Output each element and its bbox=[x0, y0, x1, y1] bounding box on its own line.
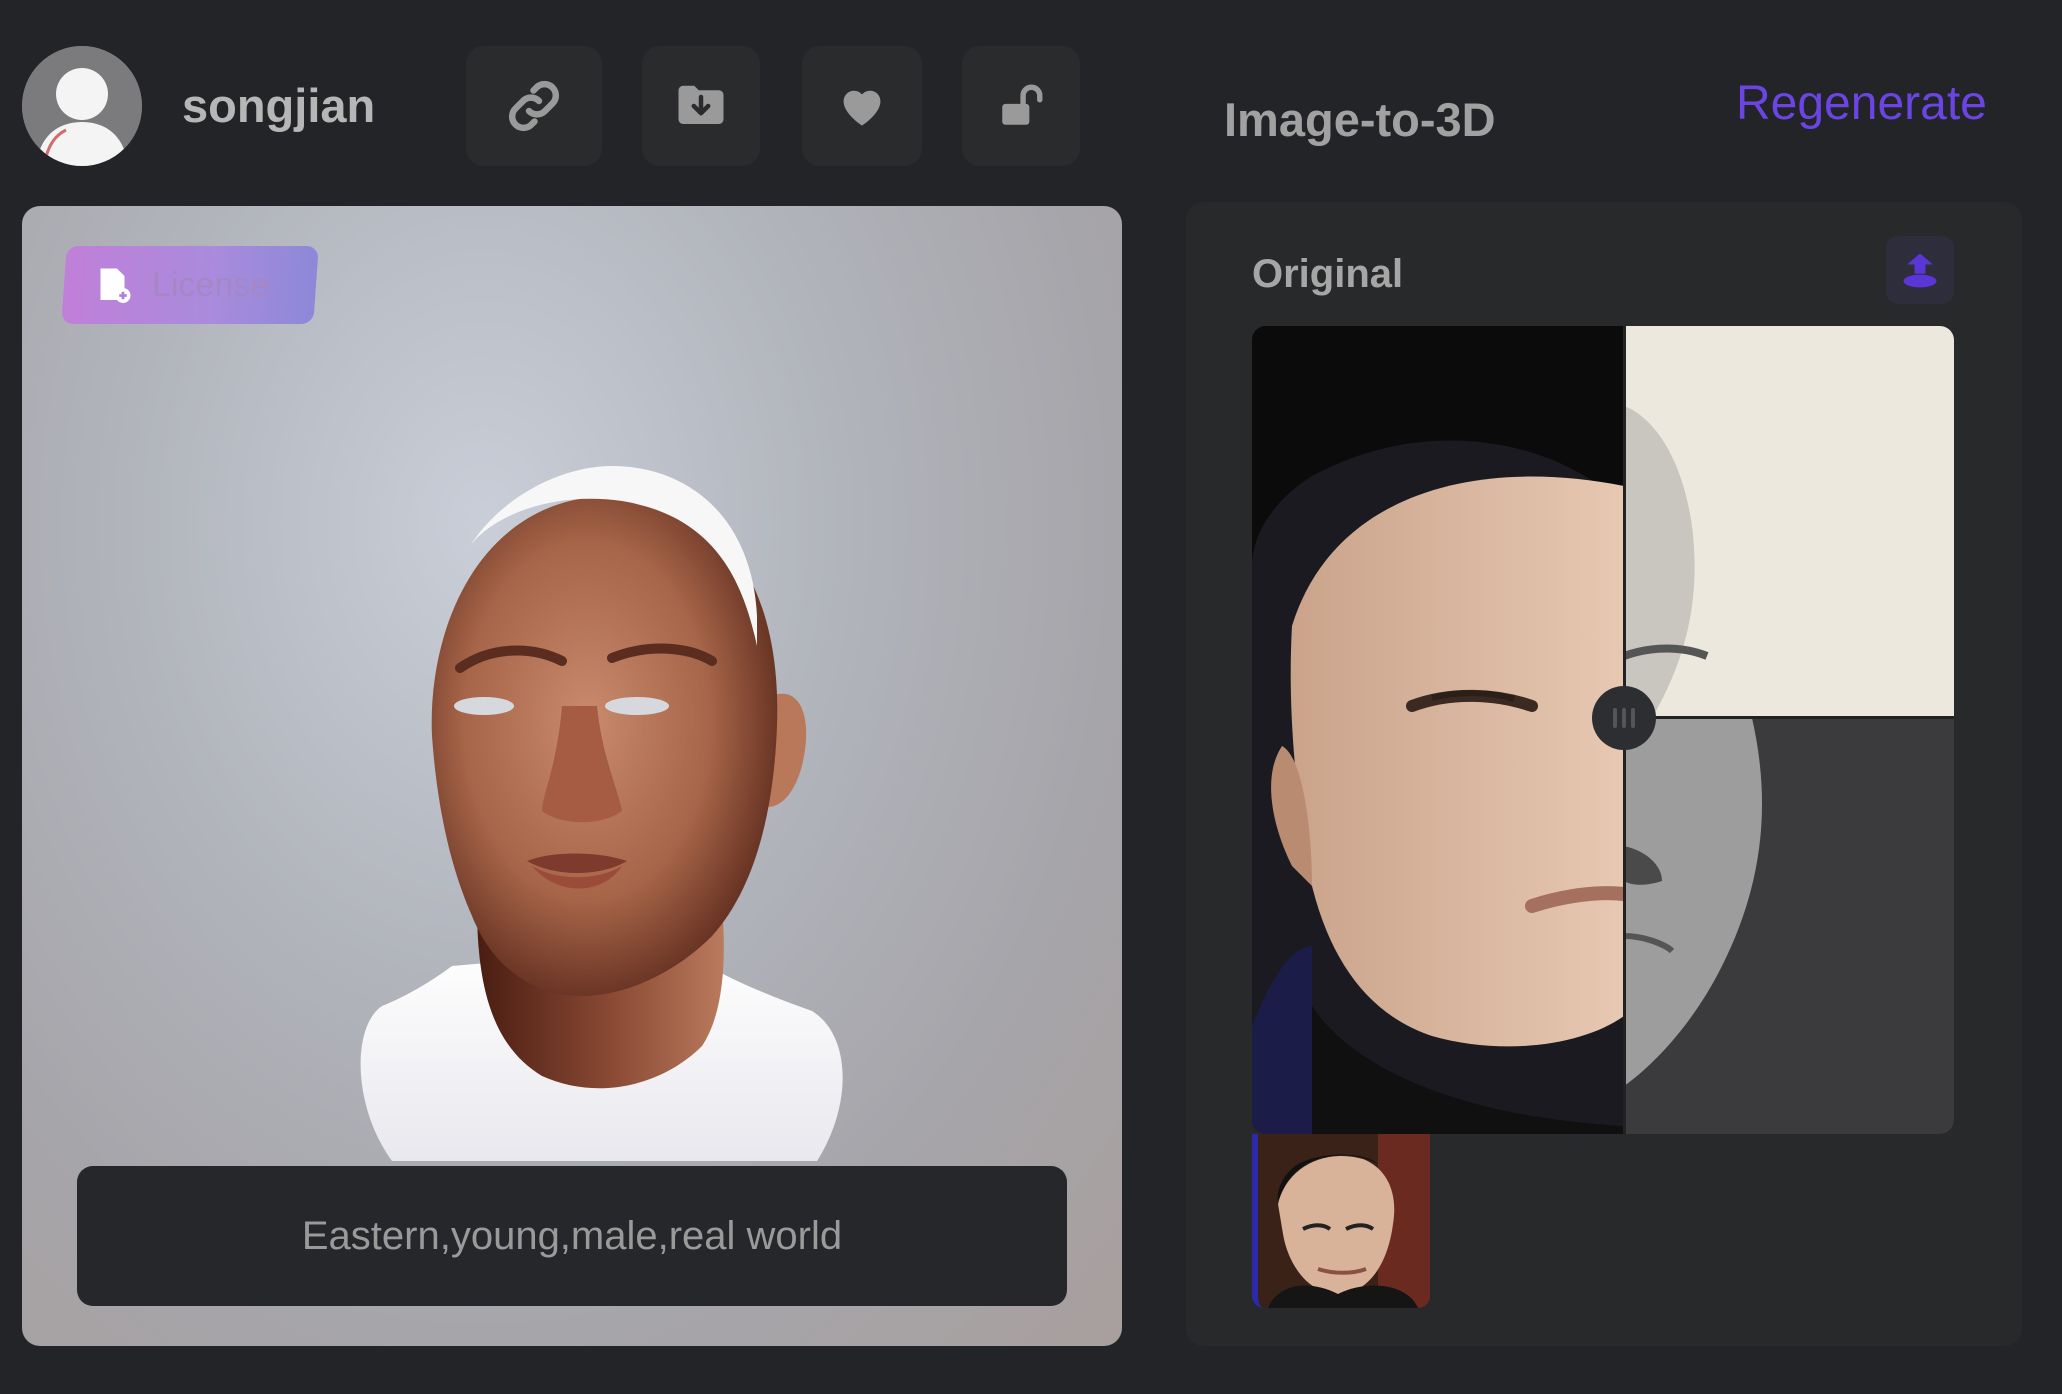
prompt-display: Eastern,young,male,real world bbox=[77, 1166, 1067, 1306]
link-icon bbox=[508, 80, 560, 132]
heart-icon bbox=[843, 90, 881, 126]
visibility-lock-button[interactable] bbox=[962, 46, 1080, 166]
prompt-text: Eastern,young,male,real world bbox=[301, 1213, 843, 1258]
model-viewer[interactable]: License Eastern,young,male,real world bbox=[22, 206, 1122, 1346]
regenerate-button[interactable]: Regenerate bbox=[1736, 76, 1987, 132]
original-panel: Original bbox=[1186, 202, 2022, 1346]
original-thumbnail[interactable] bbox=[1252, 1134, 1430, 1308]
drag-handle-icon bbox=[1613, 708, 1635, 728]
license-file-icon bbox=[100, 268, 131, 303]
license-label: License bbox=[152, 265, 270, 304]
download-folder-icon bbox=[678, 85, 724, 124]
username: songjian bbox=[182, 79, 376, 132]
license-button[interactable]: License bbox=[61, 246, 319, 324]
comparison-view[interactable] bbox=[1252, 326, 1954, 1134]
user-avatar[interactable] bbox=[22, 46, 142, 166]
copy-link-button[interactable] bbox=[466, 46, 602, 166]
page-title: Image-to-3D bbox=[1224, 93, 1496, 146]
download-button[interactable] bbox=[642, 46, 760, 166]
favorite-button[interactable] bbox=[802, 46, 922, 166]
panel-title: Original bbox=[1252, 252, 1404, 296]
upload-button[interactable] bbox=[1886, 236, 1954, 304]
upload-icon bbox=[1903, 253, 1937, 288]
thumbnail-image bbox=[1258, 1134, 1430, 1308]
compare-slider-handle[interactable] bbox=[1592, 686, 1656, 750]
unlock-icon bbox=[1002, 84, 1043, 125]
user-avatar-icon bbox=[22, 46, 142, 166]
